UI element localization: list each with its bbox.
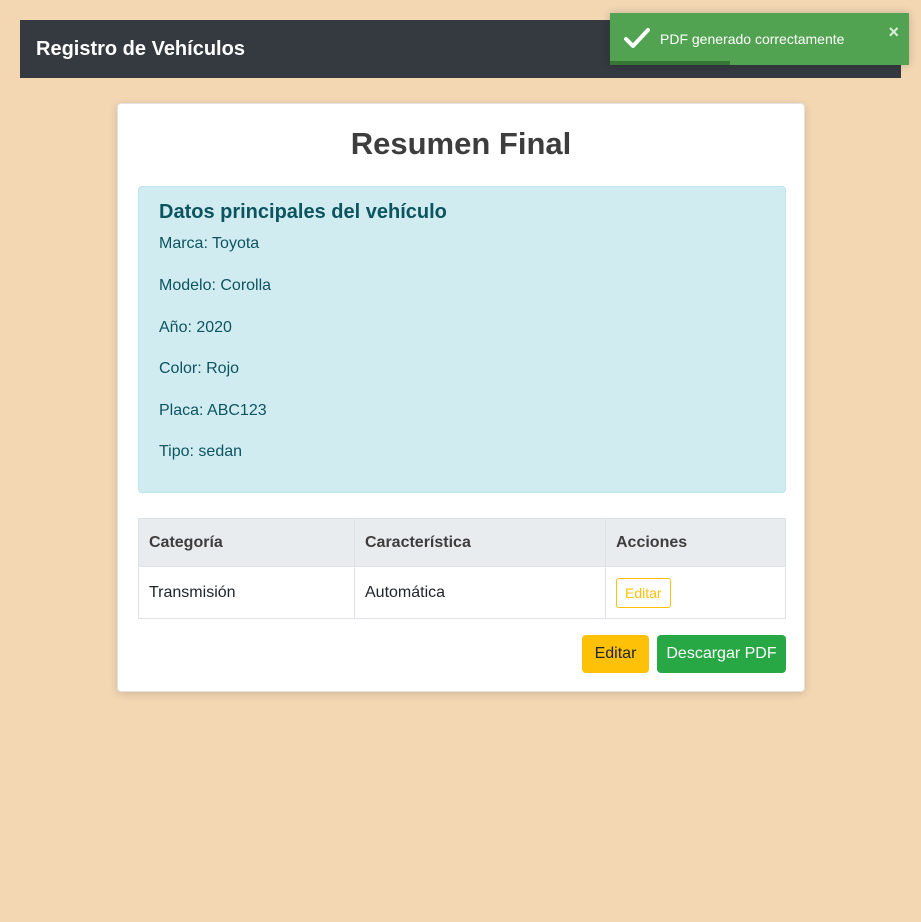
info-plate: Placa: ABC123: [159, 402, 267, 419]
vehicle-info-box: Datos principales del vehículo Marca: To…: [138, 186, 786, 493]
table-header-row: Categoría Característica Acciones: [138, 518, 786, 567]
check-icon: [624, 28, 650, 48]
row-edit-button[interactable]: Editar: [616, 577, 671, 608]
toast-progress-bar: [610, 61, 730, 65]
table-row: Transmisión Automática Editar: [138, 566, 786, 619]
toast-message: PDF generado correctamente: [660, 31, 845, 47]
summary-card: Resumen Final Datos principales del vehí…: [117, 103, 805, 692]
cell-category: Transmisión: [138, 566, 355, 619]
download-pdf-button[interactable]: Descargar PDF: [657, 635, 786, 673]
info-color: Color: Rojo: [159, 360, 240, 377]
success-toast[interactable]: PDF generado correctamente ×: [610, 13, 909, 65]
info-model: Modelo: Corolla: [159, 277, 272, 294]
page-title: Resumen Final: [350, 126, 572, 161]
info-year: Año: 2020: [159, 319, 232, 336]
info-type: Tipo: sedan: [159, 443, 243, 460]
cell-actions: Editar: [605, 566, 786, 619]
header-actions: Acciones: [605, 518, 786, 567]
cell-feature: Automática: [354, 566, 606, 619]
vehicle-info-heading: Datos principales del vehículo: [159, 201, 447, 223]
features-table: Categoría Característica Acciones Transm…: [138, 518, 786, 619]
info-brand: Marca: Toyota: [159, 235, 260, 252]
edit-button[interactable]: Editar: [582, 635, 649, 673]
header-category: Categoría: [138, 518, 355, 567]
close-icon[interactable]: ×: [888, 23, 899, 41]
navbar-title: Registro de Vehículos: [36, 37, 245, 60]
header-feature: Característica: [354, 518, 606, 567]
